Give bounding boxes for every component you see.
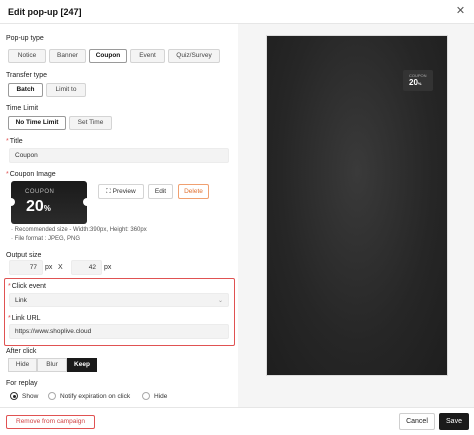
- required-mark: *: [8, 315, 11, 322]
- after-click-label: After click: [6, 348, 37, 355]
- image-format-note: · File format : JPEG, PNG: [11, 236, 81, 242]
- transfer-type-selector: Batch Limit to: [8, 83, 89, 97]
- popup-type-coupon[interactable]: Coupon: [89, 49, 127, 63]
- time-limit-set-time[interactable]: Set Time: [69, 116, 112, 130]
- radio-selected-icon[interactable]: [10, 392, 18, 400]
- replay-option-show[interactable]: Show: [10, 392, 38, 400]
- output-size-separator: X: [58, 264, 63, 271]
- coupon-thumb-value: 20%: [26, 198, 51, 216]
- ticket-notch-right: [83, 198, 87, 206]
- popup-type-notice[interactable]: Notice: [8, 49, 46, 63]
- required-mark: *: [6, 171, 9, 178]
- click-event-label-text: Click event: [11, 283, 46, 290]
- output-height-unit: px: [104, 264, 112, 271]
- modal-header: Edit pop-up [247] ✕: [0, 0, 474, 24]
- cancel-button[interactable]: Cancel: [399, 413, 435, 430]
- radio-icon[interactable]: [48, 392, 56, 400]
- preview-coupon-number: 20: [409, 78, 418, 87]
- remove-from-campaign-button[interactable]: Remove from campaign: [6, 415, 95, 429]
- modal-title: Edit pop-up [247]: [8, 7, 82, 17]
- click-event-label: *Click event: [8, 283, 46, 290]
- popup-type-event[interactable]: Event: [130, 49, 165, 63]
- click-event-value: Link: [15, 297, 27, 304]
- after-click-keep[interactable]: Keep: [67, 358, 97, 372]
- after-click-selector: Hide Blur Keep: [8, 358, 97, 372]
- popup-type-banner[interactable]: Banner: [49, 49, 86, 63]
- popup-type-label: Pop-up type: [6, 35, 44, 42]
- transfer-type-limit-to[interactable]: Limit to: [46, 83, 86, 97]
- click-event-select[interactable]: Link ⌄: [9, 293, 229, 307]
- title-label-text: Title: [9, 138, 23, 145]
- output-width-input[interactable]: 77: [9, 260, 43, 275]
- replay-option-notify-label: Notify expiration on click: [60, 392, 131, 400]
- replay-option-hide-label: Hide: [154, 392, 168, 400]
- ticket-notch-left: [11, 198, 15, 206]
- output-size-label: Output size: [6, 252, 42, 259]
- replay-option-show-label: Show: [22, 392, 39, 400]
- after-click-blur[interactable]: Blur: [37, 358, 67, 372]
- link-url-input[interactable]: https://www.shoplive.cloud: [9, 324, 229, 339]
- for-replay-label: For replay: [6, 380, 38, 387]
- time-limit-none[interactable]: No Time Limit: [8, 116, 66, 130]
- preview-coupon-unit: %: [417, 81, 422, 86]
- coupon-thumb-unit: %: [43, 204, 51, 213]
- popup-type-quiz-survey[interactable]: Quiz/Survey: [168, 49, 220, 63]
- replay-option-notify[interactable]: Notify expiration on click: [48, 392, 130, 400]
- coupon-image-thumbnail: COUPON 20%: [11, 181, 87, 224]
- coupon-thumb-number: 20: [26, 198, 44, 215]
- preview-coupon-overlay: COUPON 20%: [403, 70, 433, 91]
- title-input[interactable]: Coupon: [9, 148, 229, 163]
- edit-image-button[interactable]: Edit: [148, 184, 173, 199]
- output-height-input[interactable]: 42: [71, 260, 102, 275]
- title-label: *Title: [6, 138, 23, 145]
- replay-option-hide[interactable]: Hide: [142, 392, 167, 400]
- transfer-type-batch[interactable]: Batch: [8, 83, 43, 97]
- coupon-image-label-text: Coupon Image: [9, 171, 56, 178]
- popup-type-selector: Notice Banner Coupon Event Quiz/Survey: [8, 49, 223, 63]
- link-url-label-text: Link URL: [11, 315, 41, 322]
- coupon-thumb-caption: COUPON: [25, 189, 55, 195]
- after-click-hide[interactable]: Hide: [8, 358, 37, 372]
- preview-button[interactable]: ⛶ Preview: [98, 184, 144, 199]
- link-url-label: *Link URL: [8, 315, 41, 322]
- delete-image-button[interactable]: Delete: [178, 184, 209, 199]
- chevron-down-icon: ⌄: [217, 298, 223, 304]
- transfer-type-label: Transfer type: [6, 72, 47, 79]
- coupon-image-label: *Coupon Image: [6, 171, 56, 178]
- preview-button-label: Preview: [112, 188, 136, 195]
- required-mark: *: [6, 138, 9, 145]
- image-size-note: · Recommended size - Width:390px, Height…: [11, 227, 147, 233]
- time-limit-selector: No Time Limit Set Time: [8, 116, 115, 130]
- required-mark: *: [8, 283, 11, 290]
- preview-coupon-value: 20%: [409, 78, 421, 87]
- save-button[interactable]: Save: [439, 413, 469, 430]
- time-limit-label: Time Limit: [6, 105, 39, 112]
- radio-icon[interactable]: [142, 392, 150, 400]
- close-icon[interactable]: ✕: [454, 5, 467, 18]
- output-width-unit: px: [45, 264, 53, 271]
